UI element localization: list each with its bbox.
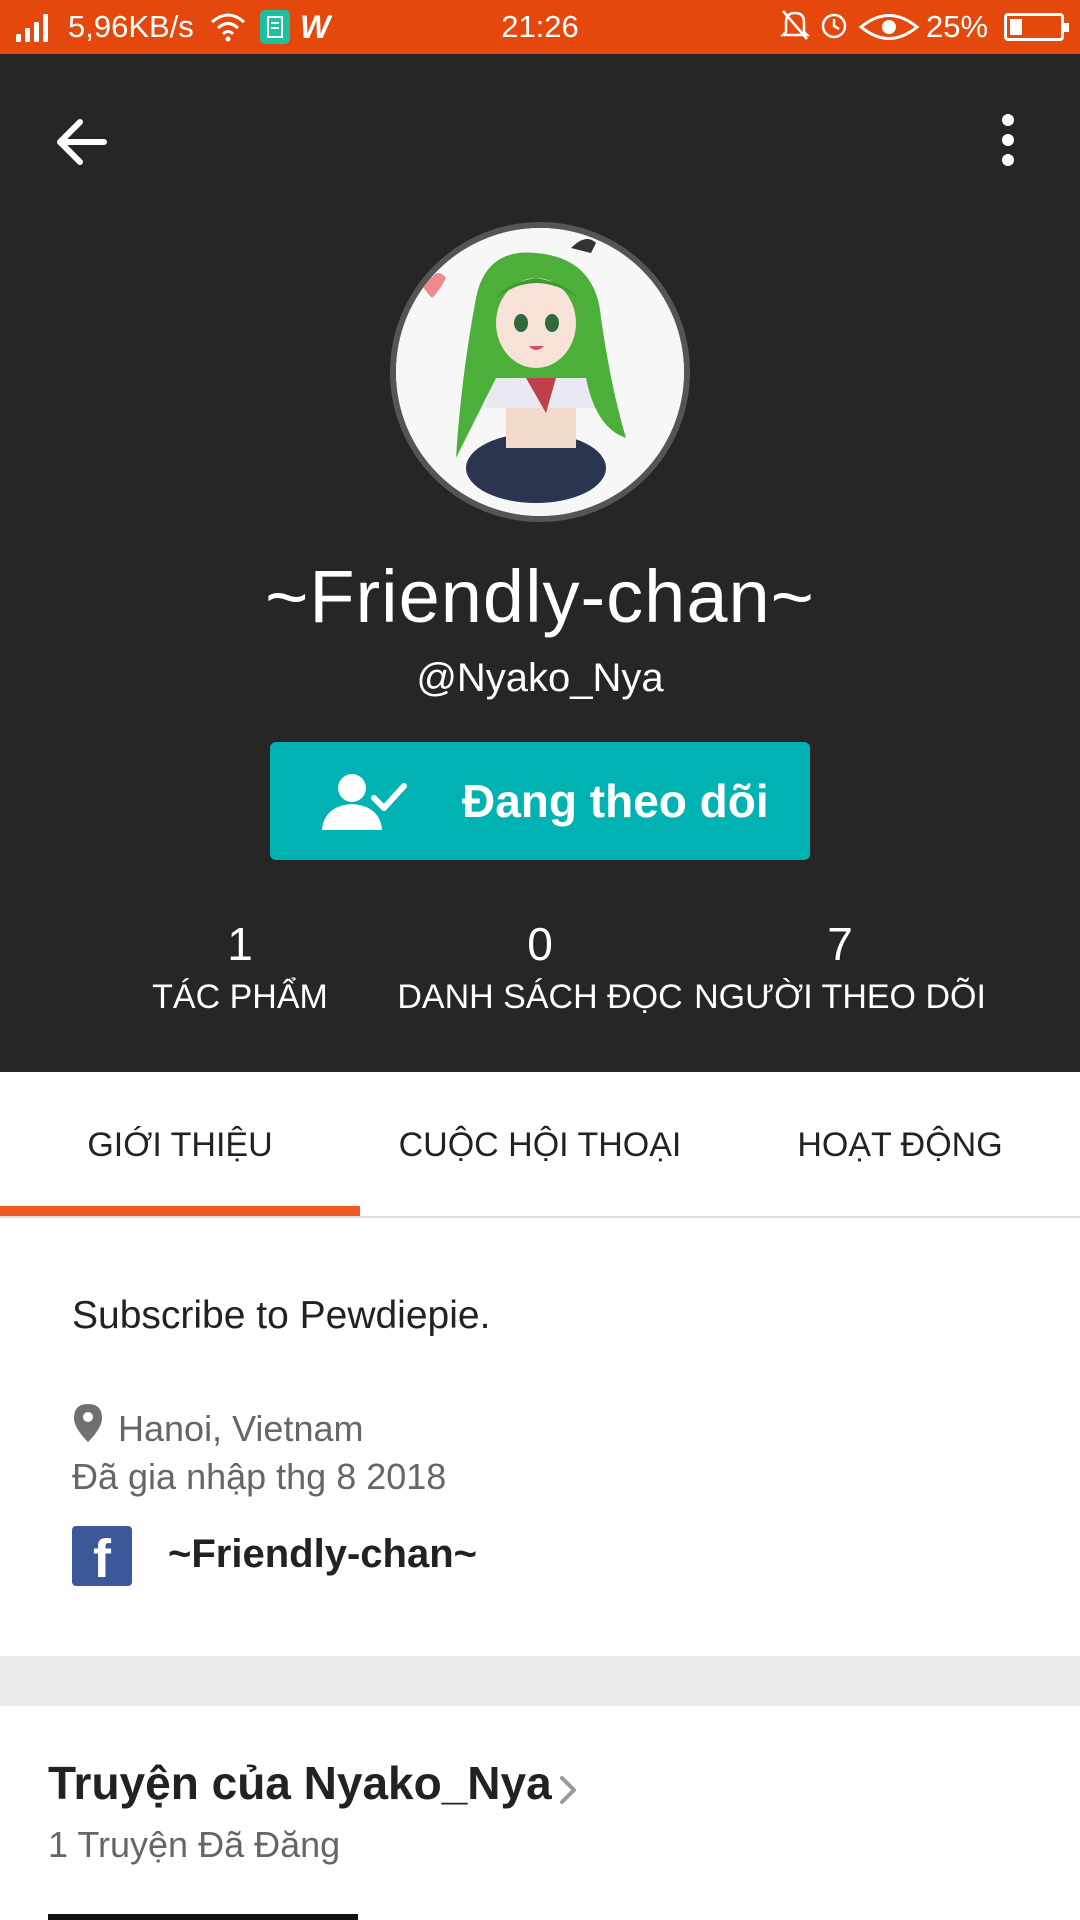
avatar[interactable] xyxy=(390,222,690,522)
battery-icon xyxy=(1004,13,1069,41)
about-bio: Subscribe to Pewdiepie. xyxy=(72,1294,491,1337)
section-divider xyxy=(0,1656,1080,1706)
facebook-icon[interactable]: f xyxy=(72,1526,132,1586)
username: @Nyako_Nya xyxy=(416,656,664,700)
mute-icon xyxy=(779,8,811,51)
battery-percent: 25% xyxy=(926,9,989,44)
stories-section-title[interactable]: Truyện của Nyako_Nya xyxy=(48,1756,552,1810)
user-check-icon xyxy=(318,772,412,832)
stat-works-label: TÁC PHẨM xyxy=(152,978,328,1016)
tab-conversations[interactable]: CUỘC HỘI THOẠI xyxy=(360,1072,720,1218)
active-tab-indicator xyxy=(0,1206,360,1216)
display-name: ~Friendly-chan~ xyxy=(265,555,815,638)
location-pin-icon xyxy=(72,1402,104,1444)
status-bar: 5,96KB/s W 21:26 25% xyxy=(0,0,1080,54)
stat-reading-lists[interactable]: 0 DANH SÁCH ĐỌC xyxy=(390,916,690,1022)
location-text: Hanoi, Vietnam xyxy=(118,1408,364,1449)
profile-header: ~Friendly-chan~ @Nyako_Nya Đang theo dõi… xyxy=(0,54,1080,1072)
stat-reading-lists-value: 0 xyxy=(527,918,553,970)
stat-reading-lists-label: DANH SÁCH ĐỌC xyxy=(397,978,683,1016)
story-cover-thumbnail[interactable] xyxy=(48,1914,358,1920)
more-options-icon[interactable] xyxy=(990,106,1026,178)
profile-tabs: GIỚI THIỆU CUỘC HỘI THOẠI HOẠT ĐỘNG xyxy=(0,1072,1080,1218)
eye-icon xyxy=(858,12,920,42)
following-button[interactable]: Đang theo dõi xyxy=(270,742,810,860)
facebook-link[interactable]: ~Friendly-chan~ xyxy=(168,1532,477,1577)
stories-count: 1 Truyện Đã Đăng xyxy=(48,1824,341,1865)
avatar-image xyxy=(396,228,684,516)
stat-followers-value: 7 xyxy=(827,918,853,970)
joined-date: Đã gia nhập thg 8 2018 xyxy=(72,1456,447,1497)
chevron-right-icon[interactable] xyxy=(556,1772,580,1808)
stat-works-value: 1 xyxy=(227,918,253,970)
back-arrow-icon[interactable] xyxy=(48,106,120,178)
alarm-icon xyxy=(818,8,850,51)
tab-about[interactable]: GIỚI THIỆU xyxy=(0,1072,360,1218)
stat-followers-label: NGƯỜI THEO DÕI xyxy=(694,978,986,1016)
stat-followers[interactable]: 7 NGƯỜI THEO DÕI xyxy=(690,916,990,1022)
following-button-label: Đang theo dõi xyxy=(462,775,769,827)
tab-activity[interactable]: HOẠT ĐỘNG xyxy=(720,1072,1080,1218)
stat-works[interactable]: 1 TÁC PHẨM xyxy=(90,916,390,1022)
